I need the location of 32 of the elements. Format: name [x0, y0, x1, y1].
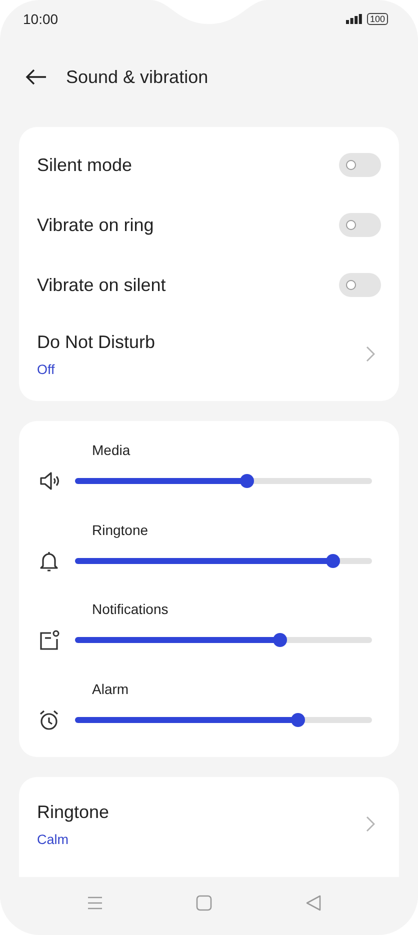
volume-label: Media: [92, 441, 132, 458]
setting-label: Vibrate on ring: [37, 214, 154, 236]
menu-button[interactable]: [86, 896, 103, 910]
signal-icon: [346, 14, 362, 24]
slider-thumb[interactable]: [326, 554, 340, 568]
battery-level: 100: [366, 13, 388, 25]
setting-value: Calm: [37, 832, 70, 846]
volume-label: Notifications: [92, 600, 170, 617]
chevron-icon: [366, 816, 375, 832]
setting-value: Off: [37, 362, 56, 376]
alarm-clock-icon: [38, 708, 60, 730]
slider-thumb[interactable]: [272, 633, 287, 647]
toggle-switch[interactable]: [339, 153, 381, 177]
setting-label: Ringtone: [37, 802, 110, 822]
back-button[interactable]: [25, 69, 47, 85]
back-nav-button[interactable]: [306, 895, 322, 911]
status-time: 10:00: [23, 11, 58, 27]
setting-label: Silent mode: [37, 154, 132, 176]
setting-label: Do Not Disturb: [37, 332, 156, 352]
slider-thumb[interactable]: [240, 474, 254, 488]
setting-label: Vibrate on silent: [37, 274, 166, 296]
notification-icon: [38, 629, 60, 651]
chevron-icon: [366, 346, 375, 362]
toggle-switch[interactable]: [339, 213, 381, 237]
volume-label: Ringtone: [92, 520, 150, 538]
speaker-icon: [38, 470, 60, 492]
slider-thumb[interactable]: [290, 712, 305, 726]
toggle-switch[interactable]: [339, 273, 381, 297]
home-button[interactable]: [196, 895, 212, 911]
bell-icon: [38, 550, 60, 572]
volume-label: Alarm: [92, 680, 130, 696]
page-title: Sound & vibration: [66, 66, 208, 88]
